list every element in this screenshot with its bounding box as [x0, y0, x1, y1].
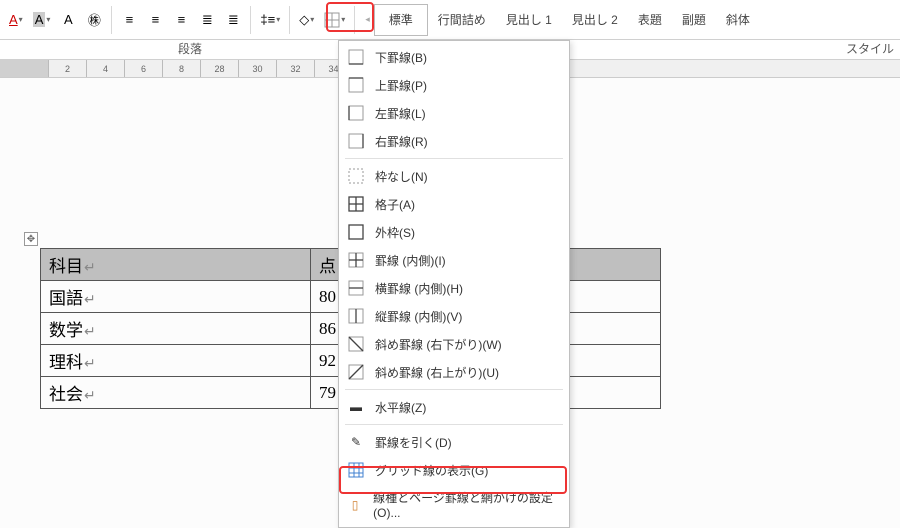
menu-border-insidev[interactable]: 縦罫線 (内側)(V) [339, 302, 569, 330]
menu-border-inside[interactable]: 罫線 (内側)(I) [339, 246, 569, 274]
borders-dropdown-menu: 下罫線(B) 上罫線(P) 左罫線(L) 右罫線(R) 枠なし(N) 格子(A)… [338, 40, 570, 528]
menu-border-diagup[interactable]: 斜め罫線 (右上がり)(U) [339, 358, 569, 386]
ribbon-toolbar: A▾ A▾ A ㊑ ≡ ≡ ≡ ≣ ≣ ‡≡▾ ◇▾ ▾ ◂ 標準 行間詰め 見… [0, 0, 900, 40]
separator [111, 6, 112, 34]
menu-border-left[interactable]: 左罫線(L) [339, 99, 569, 127]
style-gallery: ◂ 標準 行間詰め 見出し 1 見出し 2 表題 副題 斜体 [365, 4, 760, 36]
menu-separator [345, 158, 563, 159]
table-move-handle[interactable]: ✥ [24, 232, 38, 246]
style-noSpacing[interactable]: 行間詰め [428, 4, 496, 36]
menu-border-all[interactable]: 格子(A) [339, 190, 569, 218]
menu-horizontal-line[interactable]: ▬水平線(Z) [339, 393, 569, 421]
align-left-button[interactable]: ≡ [117, 8, 141, 32]
separator [354, 6, 355, 34]
menu-border-diagdown[interactable]: 斜め罫線 (右下がり)(W) [339, 330, 569, 358]
th-subject[interactable]: 科目↵ [41, 249, 311, 281]
hr-icon: ▬ [347, 398, 365, 416]
enclose-char-button[interactable]: ㊑ [82, 8, 106, 32]
menu-border-right[interactable]: 右罫線(R) [339, 127, 569, 155]
paragraph-label: 段落 [0, 40, 380, 59]
style-normal[interactable]: 標準 [374, 4, 428, 36]
style-italic[interactable]: 斜体 [716, 4, 760, 36]
shading-button[interactable]: ◇▾ [295, 8, 318, 32]
style-title[interactable]: 表題 [628, 4, 672, 36]
style-h1[interactable]: 見出し 1 [496, 4, 562, 36]
line-spacing-button[interactable]: ‡≡▾ [256, 8, 284, 32]
separator [289, 6, 290, 34]
menu-view-gridlines[interactable]: グリッド線の表示(G) [339, 456, 569, 484]
align-right-button[interactable]: ≡ [169, 8, 193, 32]
menu-border-insideh[interactable]: 横罫線 (内側)(H) [339, 274, 569, 302]
justify-button[interactable]: ≣ [195, 8, 219, 32]
menu-border-none[interactable]: 枠なし(N) [339, 162, 569, 190]
char-shading-button[interactable]: A [56, 8, 80, 32]
page-icon: ▯ [347, 496, 363, 514]
align-center-button[interactable]: ≡ [143, 8, 167, 32]
style-subtitle[interactable]: 副題 [672, 4, 716, 36]
menu-separator [345, 389, 563, 390]
distribute-button[interactable]: ≣ [221, 8, 245, 32]
borders-button[interactable]: ▾ [320, 8, 349, 32]
menu-border-bottom[interactable]: 下罫線(B) [339, 43, 569, 71]
menu-border-top[interactable]: 上罫線(P) [339, 71, 569, 99]
style-h2[interactable]: 見出し 2 [562, 4, 628, 36]
menu-border-outside[interactable]: 外枠(S) [339, 218, 569, 246]
pencil-icon: ✎ [347, 433, 365, 451]
separator [250, 6, 251, 34]
menu-borders-shading-settings[interactable]: ▯線種とページ罫線と網かけの設定(O)... [339, 484, 569, 525]
highlight-color-button[interactable]: A▾ [29, 8, 55, 32]
font-color-button[interactable]: A▾ [5, 8, 27, 32]
menu-separator [345, 424, 563, 425]
menu-draw-border[interactable]: ✎罫線を引く(D) [339, 428, 569, 456]
